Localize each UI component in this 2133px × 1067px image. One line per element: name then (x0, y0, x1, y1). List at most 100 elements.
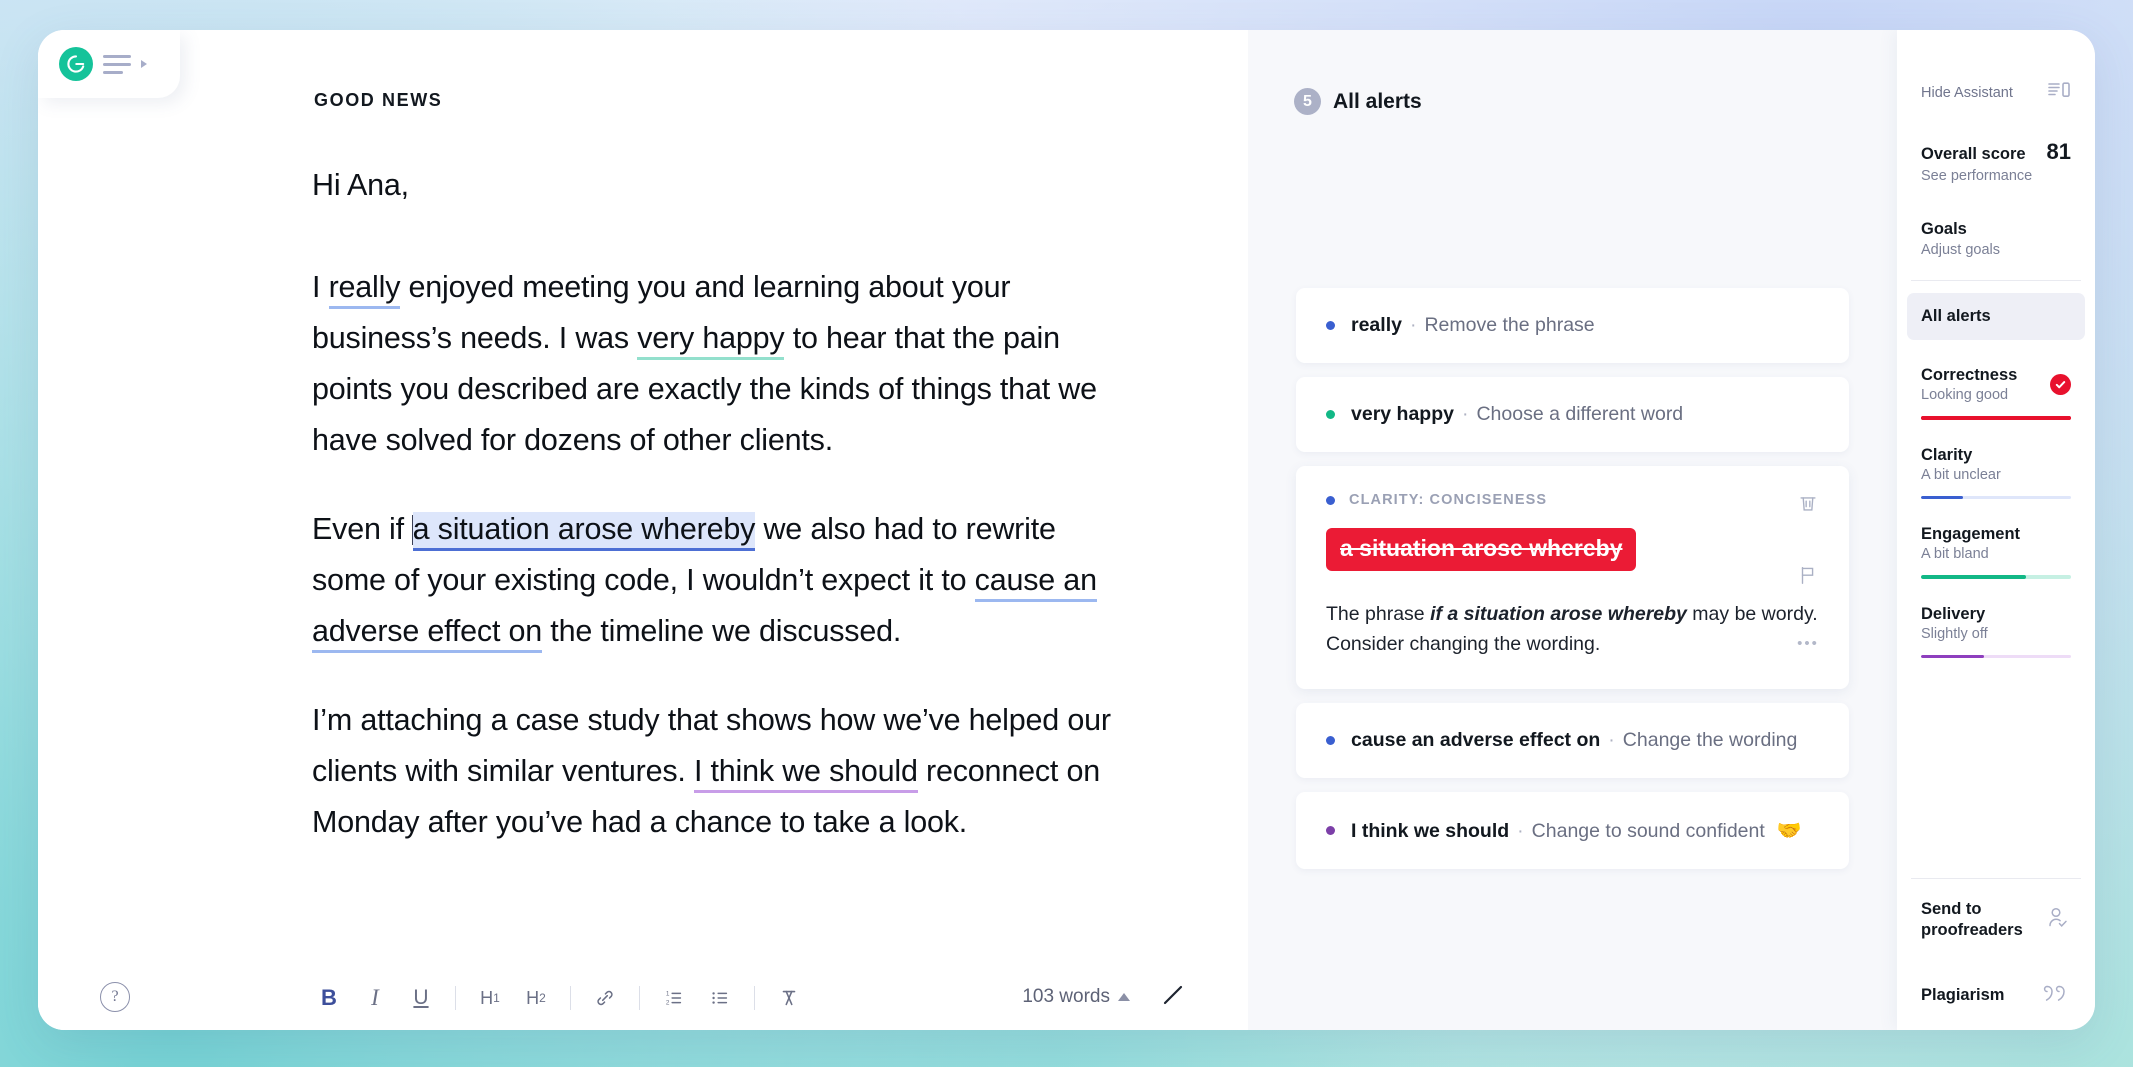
svg-text:1: 1 (666, 990, 670, 997)
sidebar-item-correctness[interactable]: Correctness Looking good (1897, 340, 2095, 420)
hide-panel-icon[interactable] (2047, 80, 2071, 105)
alert-card-actions: ••• (1797, 492, 1819, 652)
alert-suggestion: Remove the phrase (1424, 314, 1594, 336)
grammarly-g-logo[interactable] (59, 47, 93, 81)
alert-description-emphasis: if a situation arose whereby (1430, 603, 1687, 625)
category-name: Correctness (1921, 366, 2017, 385)
alert-underline-really[interactable]: really (329, 270, 401, 309)
heading-1-button[interactable]: H1 (467, 976, 513, 1020)
alert-suggestion: Change the wording (1623, 729, 1798, 751)
assistant-pane: Hide Assistant Overall score 81 See perf… (1897, 30, 2095, 1030)
category-name: Delivery (1921, 605, 1988, 624)
editor-toolbar: ? B I U H1 H2 (38, 958, 1248, 1030)
goals-label: Goals (1921, 220, 2071, 239)
alerts-header-title: All alerts (1333, 90, 1422, 114)
question-mark-icon[interactable]: ? (100, 982, 130, 1012)
alert-card-text: very happy·Choose a different word (1351, 403, 1683, 426)
formatting-buttons: B I U H1 H2 (306, 976, 812, 1020)
document-body[interactable]: Hi Ana, I really enjoyed meeting you and… (312, 160, 1112, 886)
category-status: Looking good (1921, 387, 2017, 403)
paragraph-2: Even if a situation arose whereby we als… (312, 504, 1112, 657)
alert-category-label: CLARITY: CONCISENESS (1349, 492, 1547, 508)
assistant-footer: Send to proofreaders Plagiarism (1897, 878, 2095, 1030)
quote-marks-icon[interactable] (2043, 981, 2071, 1010)
sidebar-item-delivery[interactable]: Delivery Slightly off (1897, 579, 2095, 659)
sidebar-item-all-alerts[interactable]: All alerts (1907, 293, 2085, 340)
bold-button[interactable]: B (306, 976, 352, 1020)
alert-card[interactable]: cause an adverse effect on·Change the wo… (1296, 703, 1849, 778)
alert-card-text: cause an adverse effect on·Change the wo… (1351, 729, 1797, 752)
logo-menu-pill[interactable] (38, 30, 180, 98)
category-name: Engagement (1921, 525, 2020, 544)
toolbar-divider (570, 986, 571, 1010)
hide-assistant-label: Hide Assistant (1921, 85, 2013, 101)
bullet-list-icon[interactable] (697, 976, 743, 1020)
alert-suggestion: Change to sound confident (1532, 820, 1765, 842)
send-to-proofreaders-label: Send to proofreaders (1921, 899, 2023, 941)
category-progress-bar (1921, 496, 2071, 500)
alert-count-badge: 5 (1294, 88, 1321, 115)
pen-icon[interactable] (1156, 978, 1190, 1012)
numbered-list-icon[interactable]: 1 2 (651, 976, 697, 1020)
app-window: GOOD NEWS Hi Ana, I really enjoyed meeti… (38, 30, 2095, 1030)
toolbar-divider (455, 986, 456, 1010)
alert-phrase: cause an adverse effect on (1351, 729, 1600, 751)
alert-type-dot (1326, 321, 1335, 330)
selected-alert-phrase[interactable]: a situation arose whereby (413, 512, 756, 551)
alert-type-dot (1326, 410, 1335, 419)
trash-icon[interactable] (1797, 492, 1819, 519)
person-check-icon[interactable] (2045, 905, 2071, 936)
alert-type-dot (1326, 826, 1335, 835)
plagiarism-label: Plagiarism (1921, 985, 2004, 1006)
check-circle-icon (2050, 374, 2071, 395)
italic-button[interactable]: I (352, 976, 398, 1020)
overall-score-label: Overall score (1921, 145, 2026, 164)
alert-card-expanded[interactable]: CLARITY: CONCISENESS a situation arose w… (1296, 466, 1849, 689)
alert-card-text: really·Remove the phrase (1351, 314, 1595, 337)
word-count-group[interactable]: 103 words (1022, 986, 1130, 1008)
alert-description: The phrase if a situation arose whereby … (1326, 599, 1819, 659)
sidebar-item-send-to-proofreaders[interactable]: Send to proofreaders (1897, 879, 2095, 961)
hide-assistant-row[interactable]: Hide Assistant (1897, 30, 2095, 105)
paragraph-3: I’m attaching a case study that shows ho… (312, 695, 1112, 848)
alert-card-list: really·Remove the phrase very happy·Choo… (1248, 288, 1897, 869)
category-progress-bar (1921, 416, 2071, 420)
alert-category-row: CLARITY: CONCISENESS (1326, 492, 1819, 508)
divider (1911, 280, 2081, 281)
alert-underline-i-think-we-should[interactable]: I think we should (694, 754, 918, 793)
toolbar-divider (639, 986, 640, 1010)
category-status: A bit bland (1921, 546, 2020, 562)
alert-underline-very-happy[interactable]: very happy (637, 321, 784, 360)
clear-formatting-icon[interactable] (766, 976, 812, 1020)
alert-phrase: I think we should (1351, 820, 1509, 842)
alerts-pane: 5 All alerts really·Remove the phrase ve… (1248, 30, 1897, 1030)
alert-card[interactable]: very happy·Choose a different word (1296, 377, 1849, 452)
underline-button[interactable]: U (398, 976, 444, 1020)
category-status: Slightly off (1921, 626, 1988, 642)
link-icon[interactable] (582, 976, 628, 1020)
sidebar-item-engagement[interactable]: Engagement A bit bland (1897, 499, 2095, 579)
page-title: GOOD NEWS (314, 90, 442, 111)
heading-2-button[interactable]: H2 (513, 976, 559, 1020)
alert-strikethrough-chip[interactable]: a situation arose whereby (1326, 528, 1636, 571)
overall-score-value: 81 (2047, 139, 2071, 165)
category-progress-bar (1921, 655, 2071, 659)
hamburger-menu-icon[interactable] (103, 55, 131, 74)
goals-block[interactable]: Goals Adjust goals (1897, 184, 2095, 258)
menu-caret-icon (141, 60, 147, 68)
alert-card[interactable]: I think we should·Change to sound confid… (1296, 792, 1849, 869)
alert-type-dot (1326, 496, 1335, 505)
see-performance-link[interactable]: See performance (1921, 168, 2071, 184)
alert-card[interactable]: really·Remove the phrase (1296, 288, 1849, 363)
svg-text:2: 2 (666, 999, 670, 1006)
sidebar-item-clarity[interactable]: Clarity A bit unclear (1897, 420, 2095, 500)
editor-pane: GOOD NEWS Hi Ana, I really enjoyed meeti… (38, 30, 1248, 1030)
adjust-goals-link[interactable]: Adjust goals (1921, 242, 2071, 258)
sidebar-item-plagiarism[interactable]: Plagiarism (1897, 961, 2095, 1030)
caret-up-icon[interactable] (1118, 993, 1130, 1001)
alert-card-text: I think we should·Change to sound confid… (1351, 818, 1802, 843)
overall-score-block[interactable]: Overall score 81 See performance (1897, 105, 2095, 184)
flag-icon[interactable] (1797, 564, 1819, 591)
more-options-icon[interactable]: ••• (1797, 635, 1819, 652)
alert-type-dot (1326, 736, 1335, 745)
